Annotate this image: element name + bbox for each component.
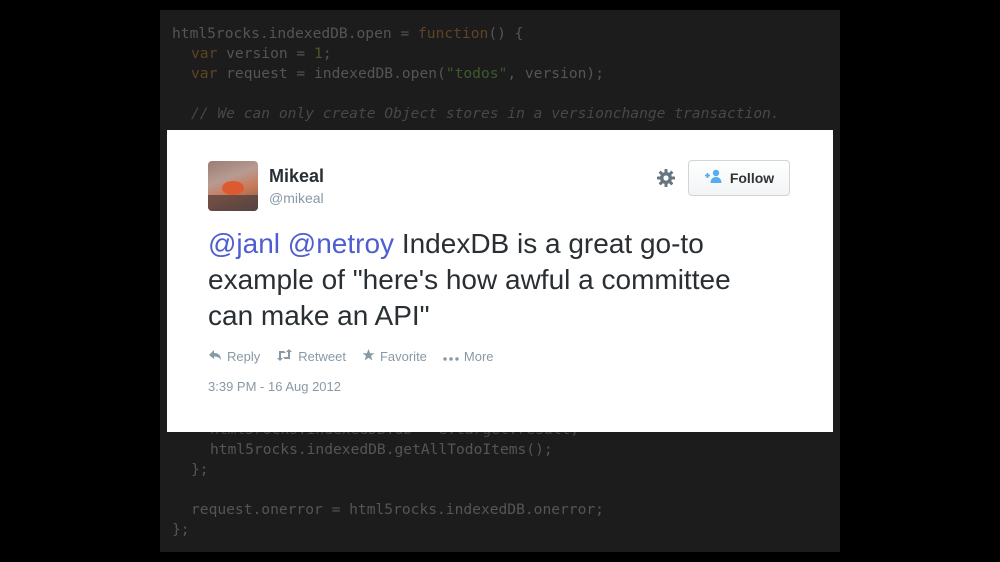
avatar-detail [222,181,244,195]
reply-label: Reply [227,348,261,364]
retweet-button[interactable]: Retweet [276,348,346,364]
more-button[interactable]: More [443,349,494,364]
mention-link[interactable]: @netroy [288,228,394,259]
follow-label: Follow [729,170,775,186]
tweet-text-line: IndexDB is a great go-to [394,228,704,259]
tweet-text: @janl @netroy IndexDB is a great go-to e… [208,226,808,334]
code-line: request.onerror = html5rocks.indexedDB.o… [191,501,604,518]
gear-icon[interactable] [655,167,677,189]
retweet-label: Retweet [298,348,346,364]
favorite-icon [362,348,375,364]
follow-button[interactable]: Follow [688,160,790,196]
mention-link[interactable]: @janl [208,228,280,259]
tweet-timestamp[interactable]: 3:39 PM - 16 Aug 2012 [208,379,341,394]
reply-button[interactable]: Reply [208,349,260,364]
code-line: }; [191,461,209,478]
display-name[interactable]: Mikeal [269,166,324,187]
code-line: }; [172,521,190,538]
favorite-button[interactable]: Favorite [362,348,427,364]
code-line: html5rocks.indexedDB.getAllTodoItems(); [210,441,553,458]
code-line: var version = 1; [191,45,332,62]
add-user-icon [704,169,723,188]
tweet-actions: Reply Retweet Favorite More [208,347,494,365]
tweet-text-line: can make an API" [208,300,430,331]
tweet-text-line: example of "here's how awful a committee [208,264,731,295]
username[interactable]: @mikeal [269,190,324,206]
retweet-icon [276,348,293,364]
code-line: html5rocks.indexedDB.open = function() { [172,25,524,42]
code-line: var request = indexedDB.open("todos", ve… [191,65,604,82]
tweet-card: Mikeal @mikeal Follow @janl @netroy Inde… [167,130,833,432]
more-label: More [463,348,494,364]
avatar-detail [208,195,258,211]
favorite-label: Favorite [379,348,427,364]
more-icon [443,349,459,364]
reply-icon [208,349,222,364]
code-comment: // We can only create Object stores in a… [191,105,780,122]
avatar[interactable] [208,161,258,211]
